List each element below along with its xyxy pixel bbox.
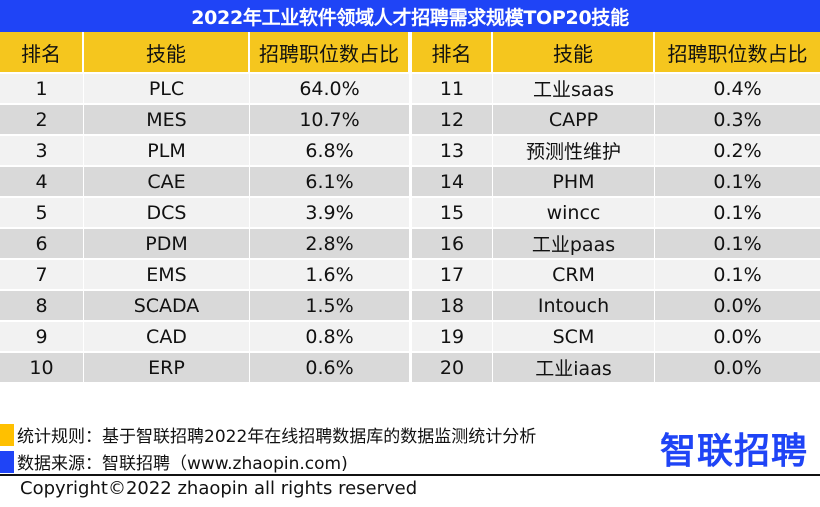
- rank-cell: 13: [410, 136, 493, 165]
- share-cell: 0.1%: [713, 232, 762, 255]
- skill-cell: 工业iaas: [493, 353, 655, 382]
- skills-table: 排名 技能 招聘职位数占比 排名 技能 招聘职位数占比 1 PLC 64.0% 11 工…: [0, 32, 820, 382]
- share-cell: 0.0%: [713, 294, 762, 317]
- skill-cell: 工业saas: [493, 74, 655, 103]
- table-row: 10 ERP 0.6% 20 工业iaas 0.0%: [0, 351, 820, 382]
- skill-cell: CRM: [493, 260, 655, 289]
- rank-cell: 18: [410, 291, 493, 320]
- rank-cell: 6: [0, 229, 84, 258]
- table-body: 1 PLC 64.0% 11 工业saas 0.4% 2 MES 10.7% 12 CAPP 0.3%…: [0, 72, 820, 382]
- copyright-text: Copyright©2022 zhaopin all rights reserv…: [20, 478, 418, 499]
- rank-cell: 19: [410, 322, 493, 351]
- skill-cell: PLM: [84, 136, 250, 165]
- skill-cell: SCM: [493, 322, 655, 351]
- share-cell: 0.1%: [713, 170, 762, 193]
- rank-cell: 20: [410, 353, 493, 382]
- rank-cell: 7: [0, 260, 84, 289]
- table-header-row: 排名 技能 招聘职位数占比 排名 技能 招聘职位数占比: [0, 32, 820, 72]
- yellow-legend-marker: [0, 423, 14, 446]
- rank-cell: 9: [0, 322, 84, 351]
- rank-cell: 1: [0, 74, 84, 103]
- share-cell: 6.8%: [250, 136, 410, 165]
- table-row: 9 CAD 0.8% 19 SCM 0.0%: [0, 320, 820, 351]
- header-rank-right: 排名: [410, 32, 493, 72]
- table-title: 2022年工业软件领域人才招聘需求规模TOP20技能: [0, 0, 820, 32]
- table-row: 8 SCADA 1.5% 18 Intouch 0.0%: [0, 289, 820, 320]
- skill-cell: ERP: [84, 353, 250, 382]
- blue-legend-marker: [0, 450, 14, 473]
- footer-divider: [0, 474, 820, 476]
- header-share-right: 招聘职位数占比: [667, 41, 808, 66]
- share-cell: 0.4%: [713, 77, 762, 100]
- skill-cell: MES: [84, 105, 250, 134]
- skill-cell: PLC: [84, 74, 250, 103]
- skill-cell: PHM: [493, 167, 655, 196]
- share-cell: 0.8%: [250, 322, 410, 351]
- rank-cell: 2: [0, 105, 84, 134]
- share-cell: 1.6%: [250, 260, 410, 289]
- rank-cell: 17: [410, 260, 493, 289]
- data-source-text: 数据来源：智联招聘（www.zhaopin.com): [17, 454, 348, 474]
- skill-cell: PDM: [84, 229, 250, 258]
- zhaopin-logo: 智联招聘: [659, 431, 808, 472]
- rank-cell: 4: [0, 167, 84, 196]
- share-cell: 0.2%: [713, 139, 762, 162]
- table-row: 7 EMS 1.6% 17 CRM 0.1%: [0, 258, 820, 289]
- share-cell: 10.7%: [250, 105, 410, 134]
- table-row: 6 PDM 2.8% 16 工业paas 0.1%: [0, 227, 820, 258]
- share-cell: 64.0%: [250, 74, 410, 103]
- header-rank-left: 排名: [0, 32, 84, 72]
- rank-cell: 10: [0, 353, 84, 382]
- rank-cell: 5: [0, 198, 84, 227]
- rank-cell: 11: [410, 74, 493, 103]
- header-skill-left: 技能: [84, 32, 250, 72]
- table-row: 4 CAE 6.1% 14 PHM 0.1%: [0, 165, 820, 196]
- share-cell: 1.5%: [250, 291, 410, 320]
- rank-cell: 8: [0, 291, 84, 320]
- share-cell: 0.1%: [713, 201, 762, 224]
- skill-cell: SCADA: [84, 291, 250, 320]
- table-row: 1 PLC 64.0% 11 工业saas 0.4%: [0, 72, 820, 103]
- rank-cell: 12: [410, 105, 493, 134]
- header-skill-right: 技能: [493, 32, 655, 72]
- data-source-line: 数据来源：智联招聘（www.zhaopin.com): [0, 449, 348, 474]
- table-row: 5 DCS 3.9% 15 wincc 0.1%: [0, 196, 820, 227]
- header-share-left: 招聘职位数占比: [250, 32, 410, 72]
- share-cell: 0.3%: [713, 108, 762, 131]
- share-cell: 0.0%: [713, 356, 762, 379]
- rank-cell: 15: [410, 198, 493, 227]
- share-cell: 0.6%: [250, 353, 410, 382]
- skill-cell: 工业paas: [493, 229, 655, 258]
- stat-rule-text: 统计规则：基于智联招聘2022年在线招聘数据库的数据监测统计分析: [17, 427, 537, 447]
- rank-cell: 16: [410, 229, 493, 258]
- skill-cell: 预测性维护: [493, 136, 655, 165]
- table-row: 3 PLM 6.8% 13 预测性维护 0.2%: [0, 134, 820, 165]
- skill-cell: DCS: [84, 198, 250, 227]
- share-cell: 6.1%: [250, 167, 410, 196]
- stat-rule-line: 统计规则：基于智联招聘2022年在线招聘数据库的数据监测统计分析: [0, 422, 536, 447]
- rank-cell: 14: [410, 167, 493, 196]
- share-cell: 3.9%: [250, 198, 410, 227]
- skill-cell: CAE: [84, 167, 250, 196]
- rank-cell: 3: [0, 136, 84, 165]
- share-cell: 0.1%: [713, 263, 762, 286]
- skill-cell: CAD: [84, 322, 250, 351]
- skill-cell: Intouch: [493, 291, 655, 320]
- skill-cell: CAPP: [493, 105, 655, 134]
- table-row: 2 MES 10.7% 12 CAPP 0.3%: [0, 103, 820, 134]
- share-cell: 0.0%: [713, 325, 762, 348]
- share-cell: 2.8%: [250, 229, 410, 258]
- skill-cell: wincc: [493, 198, 655, 227]
- skill-cell: EMS: [84, 260, 250, 289]
